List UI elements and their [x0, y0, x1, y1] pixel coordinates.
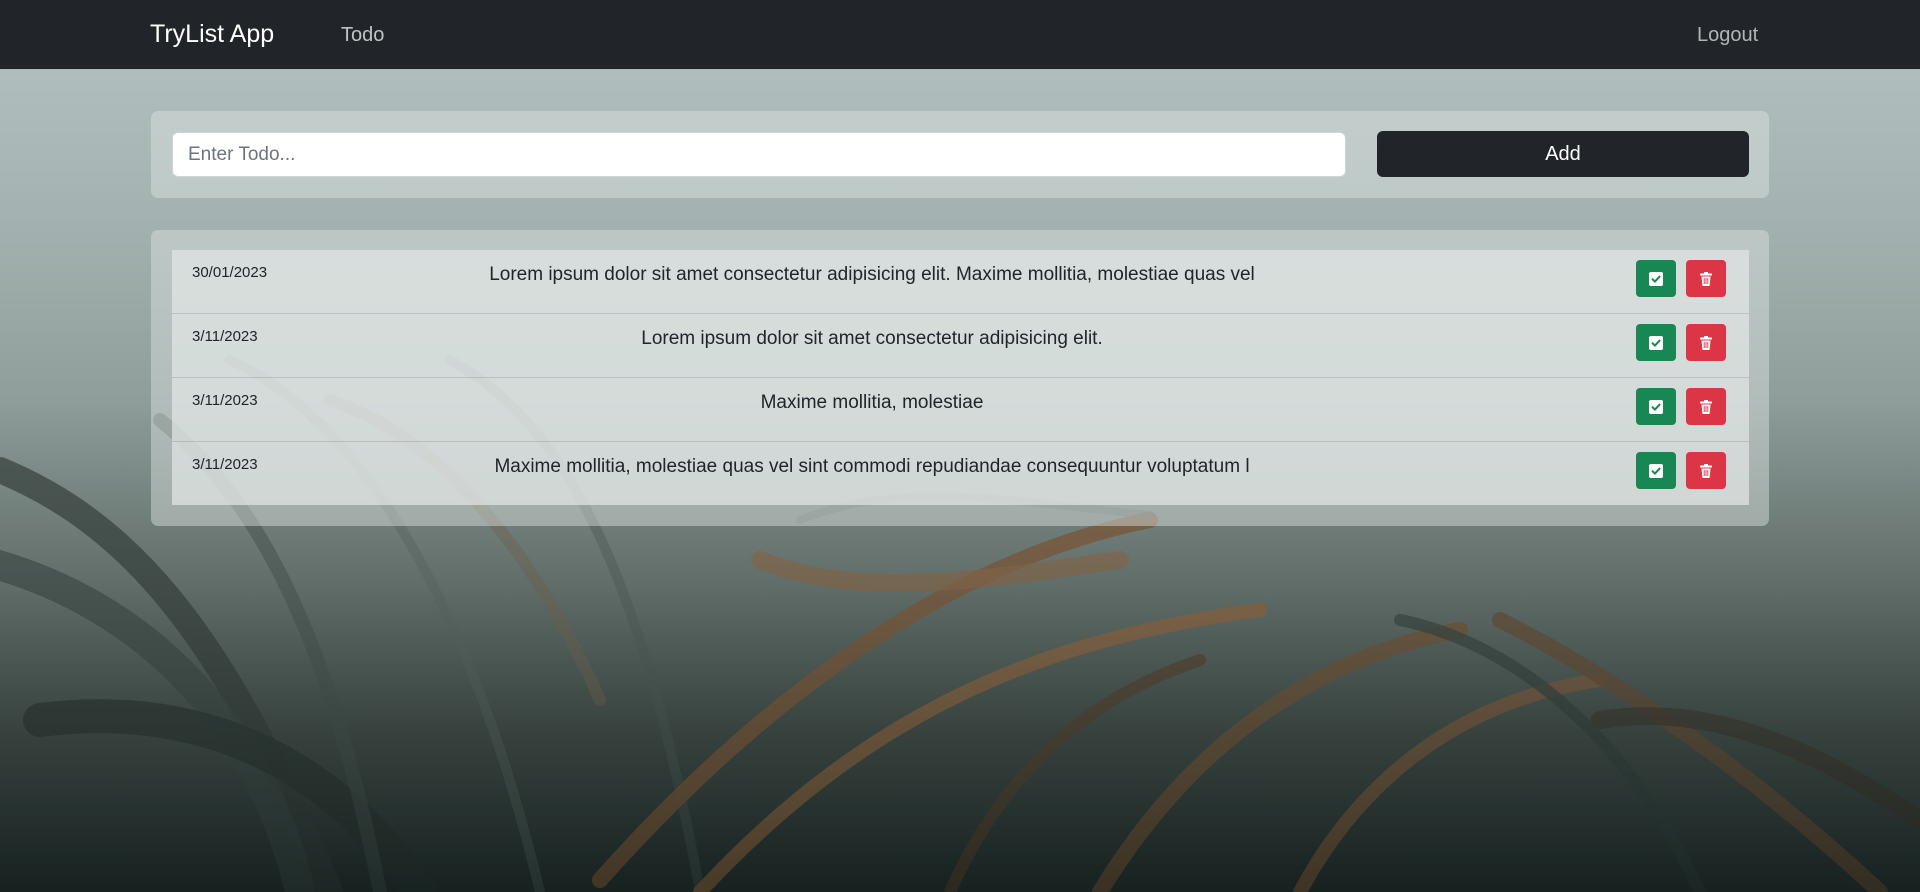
- check-square-icon: [1649, 399, 1663, 414]
- delete-button[interactable]: [1686, 324, 1726, 361]
- todo-item: 3/11/2023 Lorem ipsum dolor sit amet con…: [172, 314, 1749, 378]
- todo-text: Maxime mollitia, molestiae quas vel sint…: [494, 456, 1250, 477]
- delete-button[interactable]: [1686, 388, 1726, 425]
- delete-button[interactable]: [1686, 452, 1726, 489]
- brand-logo[interactable]: TryList App: [150, 18, 274, 50]
- todo-item: 3/11/2023 Maxime mollitia, molestiae: [172, 378, 1749, 442]
- todo-text: Maxime mollitia, molestiae: [760, 392, 984, 413]
- trash-icon: [1700, 335, 1712, 350]
- add-todo-card: Add: [151, 111, 1769, 198]
- todo-date: 3/11/2023: [192, 392, 258, 409]
- mark-done-button[interactable]: [1636, 388, 1676, 425]
- check-square-icon: [1649, 463, 1663, 478]
- todo-text: Lorem ipsum dolor sit amet consectetur a…: [641, 328, 1103, 349]
- top-navbar: TryList App Todo Logout: [0, 0, 1920, 69]
- todo-text: Lorem ipsum dolor sit amet consectetur a…: [489, 264, 1255, 285]
- check-square-icon: [1649, 271, 1663, 286]
- trash-icon: [1700, 463, 1712, 478]
- check-square-icon: [1649, 335, 1663, 350]
- mark-done-button[interactable]: [1636, 324, 1676, 361]
- delete-button[interactable]: [1686, 260, 1726, 297]
- todo-date: 30/01/2023: [192, 264, 268, 281]
- todo-list: 30/01/2023 Lorem ipsum dolor sit amet co…: [172, 250, 1749, 505]
- todo-list-card: 30/01/2023 Lorem ipsum dolor sit amet co…: [151, 230, 1769, 526]
- mark-done-button[interactable]: [1636, 452, 1676, 489]
- todo-item: 3/11/2023 Maxime mollitia, molestiae qua…: [172, 442, 1749, 505]
- trash-icon: [1700, 399, 1712, 414]
- trash-icon: [1700, 271, 1712, 286]
- todo-date: 3/11/2023: [192, 328, 258, 345]
- logout-link[interactable]: Logout: [1697, 22, 1758, 48]
- mark-done-button[interactable]: [1636, 260, 1676, 297]
- add-button[interactable]: Add: [1377, 131, 1749, 177]
- todo-item: 30/01/2023 Lorem ipsum dolor sit amet co…: [172, 250, 1749, 314]
- nav-link-todo[interactable]: Todo: [341, 22, 384, 48]
- todo-input[interactable]: [172, 132, 1346, 177]
- todo-date: 3/11/2023: [192, 456, 258, 473]
